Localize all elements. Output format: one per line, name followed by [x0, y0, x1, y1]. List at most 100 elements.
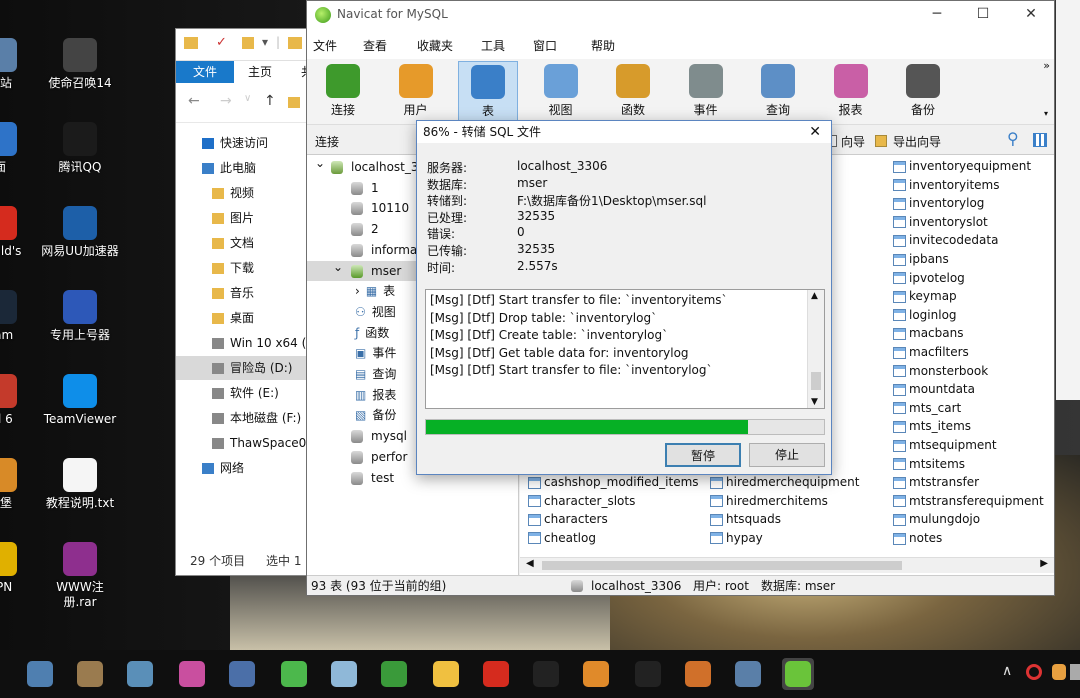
nav-item[interactable]: 此电脑	[176, 156, 309, 180]
table-item[interactable]: inventorylog	[893, 194, 984, 212]
toolbar-button[interactable]: 函数	[603, 61, 663, 123]
tree-node[interactable]: ⌄ localhost_3	[315, 156, 419, 177]
mushroom-orange2-app-icon[interactable]	[682, 658, 714, 690]
desktop-icon[interactable]: 面	[0, 122, 40, 175]
dump-log[interactable]: [Msg] [Dtf] Start transfer to file: `inv…	[425, 289, 825, 409]
nav-item[interactable]: 视频	[176, 181, 309, 205]
toolbar-button[interactable]: 用户	[386, 61, 446, 123]
desktop-icon[interactable]: VPN	[0, 542, 40, 595]
scroll-left-icon[interactable]: ◀	[526, 558, 534, 569]
table-item[interactable]: cashshop_modified_items	[528, 473, 699, 491]
nav-item[interactable]: 本地磁盘 (F:)	[176, 406, 309, 430]
table-item[interactable]: inventoryequipment	[893, 157, 1031, 175]
table-item[interactable]: mtsitems	[893, 455, 965, 473]
nav-item[interactable]: 音乐	[176, 281, 309, 305]
menu-item[interactable]: 工具	[481, 37, 505, 54]
close-icon[interactable]: ✕	[1021, 5, 1041, 23]
tree-node[interactable]: 10110	[351, 198, 409, 218]
scroll-up-icon[interactable]: ▲	[811, 291, 818, 301]
table-item[interactable]: invitecodedata	[893, 231, 998, 249]
table-item[interactable]: loginlog	[893, 306, 957, 324]
table-item[interactable]: mts_cart	[893, 399, 961, 417]
forward-arrow-icon[interactable]: →	[220, 93, 232, 109]
quick-access-dropdown-icon[interactable]: ▾	[262, 35, 268, 49]
nav-item[interactable]: 桌面	[176, 306, 309, 330]
table-item[interactable]: notes	[893, 529, 942, 547]
menu-item[interactable]: 文件	[313, 37, 337, 54]
dump-sql-dialog[interactable]: 86% - 转储 SQL 文件 ✕ 服务器: localhost_3306 数据库:…	[416, 120, 832, 475]
table-item[interactable]: mulungdojo	[893, 510, 980, 528]
maximize-icon[interactable]: ☐	[973, 5, 993, 23]
desktop-icon[interactable]: 教程说明.txt	[40, 458, 120, 511]
desktop-icon[interactable]: eam	[0, 290, 40, 343]
network-tray-icon[interactable]	[1070, 664, 1080, 680]
table-item[interactable]: ipvotelog	[893, 269, 965, 287]
table-item[interactable]: characters	[528, 510, 608, 528]
new-folder-icon[interactable]	[242, 37, 254, 49]
tool-app-icon[interactable]	[74, 658, 106, 690]
table-item[interactable]: hypay	[710, 529, 763, 547]
pause-button[interactable]: 暂停	[665, 443, 741, 467]
table-item[interactable]: macbans	[893, 324, 963, 342]
desktop-icon[interactable]: ell 6	[0, 374, 40, 427]
record-tray-icon[interactable]	[1026, 664, 1042, 680]
mushroom-app-icon[interactable]	[378, 658, 410, 690]
nav-item[interactable]: ThawSpace0	[176, 431, 309, 455]
tree-node[interactable]: informa	[351, 240, 417, 260]
scroll-thumb[interactable]	[542, 561, 902, 570]
properties-icon[interactable]: ✓	[216, 35, 227, 50]
navicat-app-icon[interactable]	[782, 658, 814, 690]
up-arrow-icon[interactable]: ↑	[264, 93, 276, 109]
desktop-icon[interactable]: 汉堡	[0, 458, 40, 511]
monitor-app-icon[interactable]	[226, 658, 258, 690]
tree-node[interactable]: ▧ 备份	[355, 405, 396, 425]
cmd-app-icon[interactable]	[530, 658, 562, 690]
menu-item[interactable]: 帮助	[591, 37, 615, 54]
toolbar-button[interactable]: 表	[458, 61, 518, 123]
grid-view-icon[interactable]	[1033, 133, 1047, 147]
file-explorer-window[interactable]: ✓ ▾ | 文件 主页 共 ← → ∨ ↑ 快速访问此电脑视频图片文档下载音乐桌…	[175, 28, 310, 576]
kfc-app-icon[interactable]	[480, 658, 512, 690]
nav-item[interactable]: 网络	[176, 456, 309, 480]
desktop-icon[interactable]: TeamViewer	[40, 374, 120, 427]
tree-node[interactable]: ▤ 查询	[355, 364, 396, 384]
table-list-horizontal-scrollbar[interactable]: ◀ ▶	[520, 557, 1054, 573]
search-icon[interactable]: ⚲	[1007, 129, 1019, 148]
expand-arrow-icon[interactable]: ⌄	[315, 153, 325, 173]
tree-node[interactable]: test	[351, 468, 394, 488]
nav-item[interactable]: 文档	[176, 231, 309, 255]
desktop-icon[interactable]: 使命召唤14	[40, 38, 120, 91]
menu-item[interactable]: 窗口	[533, 37, 557, 54]
minimize-icon[interactable]: ─	[927, 5, 947, 23]
nav-item[interactable]: 软件 (E:)	[176, 381, 309, 405]
table-item[interactable]: hiredmerchequipment	[710, 473, 860, 491]
export-wizard-button[interactable]: 导出向导	[893, 133, 941, 150]
table-item[interactable]: mtsequipment	[893, 436, 997, 454]
table-item[interactable]: htsquads	[710, 510, 781, 528]
recent-dropdown-icon[interactable]: ∨	[244, 93, 251, 104]
tray-expand-icon[interactable]: ∧	[1002, 663, 1012, 679]
log-scroll-thumb[interactable]	[811, 372, 821, 390]
table-item[interactable]: inventoryitems	[893, 176, 999, 194]
nav-item[interactable]: 下载	[176, 256, 309, 280]
mushroom-orange-app-icon[interactable]	[580, 658, 612, 690]
tree-node[interactable]: ▥ 报表	[355, 385, 396, 405]
tree-node[interactable]: mysql	[351, 426, 407, 446]
paint-app-icon[interactable]	[176, 658, 208, 690]
nav-item[interactable]: Win 10 x64 (C	[176, 331, 309, 355]
table-item[interactable]: macfilters	[893, 343, 969, 361]
desktop-icon[interactable]: 腾讯QQ	[40, 122, 120, 175]
toolbar-button[interactable]: 报表	[821, 61, 881, 123]
import-wizard-button[interactable]: 向导	[841, 133, 865, 150]
expand-arrow-icon[interactable]: ⌄	[333, 257, 343, 277]
table-item[interactable]: mts_items	[893, 417, 971, 435]
table-item[interactable]: monsterbook	[893, 362, 988, 380]
menu-item[interactable]: 查看	[363, 37, 387, 54]
scroll-down-icon[interactable]: ▼	[811, 397, 818, 407]
glass-app-icon[interactable]	[328, 658, 360, 690]
toolbar-button[interactable]: 备份	[893, 61, 953, 123]
desktop-icon[interactable]: 收站	[0, 38, 40, 91]
table-item[interactable]: mtstransferequipment	[893, 492, 1044, 510]
toolbar-button[interactable]: 连接	[313, 61, 373, 123]
tree-node[interactable]: ⚇ 视图	[355, 302, 396, 322]
